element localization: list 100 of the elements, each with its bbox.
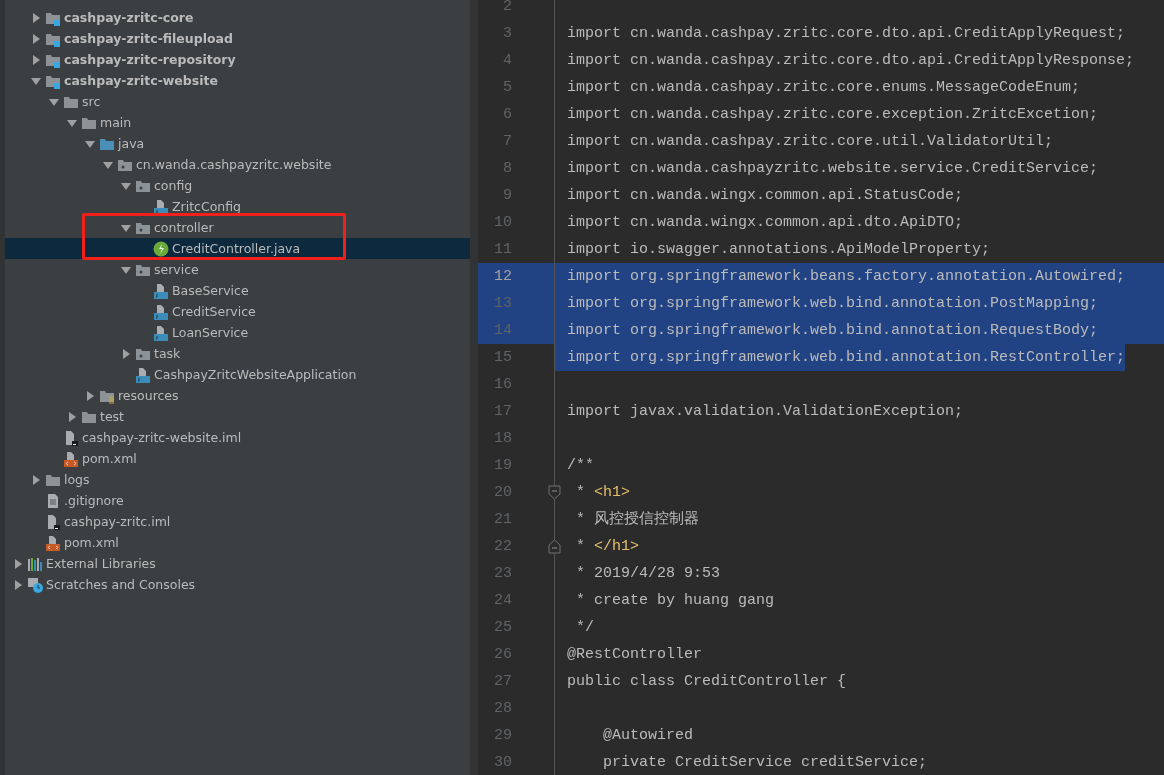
collapse-arrow-icon[interactable] [13,558,23,569]
collapse-arrow-icon[interactable] [31,33,41,44]
line-number: 30 [493,754,512,771]
code-line: * </h1> [575,537,640,557]
code-line: import org.springframework.web.bind.annotation.PostMapping; [566,294,1099,314]
collapse-arrow-icon[interactable] [31,474,41,485]
code-line: * 2019/4/28 9:53 [575,564,721,584]
collapse-arrow-icon[interactable] [121,348,131,359]
expand-arrow-icon[interactable] [49,96,59,107]
line-number: 20 [493,484,512,501]
line-number: 26 [493,646,512,663]
code-line: import cn.wanda.cashpay.zritc.core.exception.ZritcExcetion; [566,105,1099,125]
code-line: /** [566,456,594,476]
tree-item[interactable]: BaseService [5,280,470,301]
tree-item[interactable]: src [5,91,470,112]
tree-item[interactable]: CreditService [5,301,470,322]
code-line: import javax.validation.ValidationException; [566,402,964,422]
code-line: import org.springframework.web.bind.annotation.RequestBody; [566,321,1099,341]
text-file-icon [45,492,61,509]
fold-marker-icon[interactable] [548,539,561,554]
class-file-icon [153,303,169,320]
line-number: 25 [493,619,512,636]
line-number: 29 [493,727,512,744]
tree-item[interactable]: pom.xml [5,532,470,553]
code-line: @RestController [566,645,703,665]
scratch-file-icon [27,576,43,593]
line-number: 17 [493,403,512,420]
line-number: 28 [493,700,512,717]
class-file-icon [153,324,169,341]
expand-arrow-icon[interactable] [121,222,131,233]
code-line: * create by huang gang [575,591,775,611]
tree-item[interactable]: External Libraries [5,553,470,574]
line-number: 15 [493,349,512,366]
tree-item[interactable]: cashpay-zritc-fileupload [5,28,470,49]
code-line: @Autowired [602,726,694,746]
tree-item[interactable]: cn.wanda.cashpayzritc.website [5,154,470,175]
line-number: 10 [493,214,512,231]
code-line: import io.swagger.annotations.ApiModelProperty; [566,240,991,260]
expand-arrow-icon[interactable] [103,159,113,170]
file-icon [45,513,61,530]
tree-item[interactable]: main [5,112,470,133]
tree-item[interactable]: service [5,259,470,280]
line-number: 11 [493,241,512,258]
tree-item[interactable]: java [5,133,470,154]
line-number: 24 [493,592,512,609]
code-line: * 风控授信控制器 [575,509,699,530]
code-line: private CreditService creditService; [602,753,928,773]
code-line: import cn.wanda.cashpayzritc.website.service.CreditService; [566,159,1099,179]
line-number: 3 [502,25,512,42]
line-number: 27 [493,673,512,690]
line-number: 5 [502,79,512,96]
xml-file-icon [45,534,61,551]
line-number: 21 [493,511,512,528]
tree-item[interactable]: Scratches and Consoles [5,574,470,595]
code-line: import cn.wanda.wingx.common.api.dto.ApiDTO; [566,213,964,233]
line-number: 22 [493,538,512,555]
collapse-arrow-icon[interactable] [31,12,41,23]
line-number: 19 [493,457,512,474]
expand-arrow-icon[interactable] [85,138,95,149]
tree-item[interactable]: LoanService [5,322,470,343]
tree-item[interactable]: cashpay-zritc.iml [5,511,470,532]
collapse-arrow-icon[interactable] [85,390,95,401]
collapse-arrow-icon[interactable] [31,54,41,65]
tree-item[interactable]: cashpay-zritc-core [5,7,470,28]
bar-chart-icon [27,555,43,572]
tree-item[interactable]: config [5,175,470,196]
tree-item[interactable]: cashpay-zritc-repository [5,49,470,70]
line-number: 18 [493,430,512,447]
expand-arrow-icon[interactable] [121,264,131,275]
tree-item[interactable]: test [5,406,470,427]
expand-arrow-icon[interactable] [31,75,41,86]
tree-item[interactable]: controller [5,217,470,238]
tree-item[interactable]: cashpay-zritc-website [5,70,470,91]
code-line: */ [575,618,594,638]
tree-item[interactable]: logs [5,469,470,490]
file-icon [63,429,79,446]
tree-item[interactable]: resources [5,385,470,406]
leaf-badge-icon [153,240,169,257]
tree-item[interactable]: CreditController.java [5,238,470,259]
class-file-icon [135,366,151,383]
tree-item[interactable]: pom.xml [5,448,470,469]
fold-marker-icon[interactable] [548,485,561,500]
line-number: 6 [502,106,512,123]
line-number: 2 [502,0,512,15]
collapse-arrow-icon[interactable] [67,411,77,422]
tree-item[interactable]: task [5,343,470,364]
tree-item[interactable]: .gitignore [5,490,470,511]
tree-item[interactable]: ZritcConfig [5,196,470,217]
class-file-icon [153,198,169,215]
collapse-arrow-icon[interactable] [13,579,23,590]
class-file-icon [153,282,169,299]
tree-item[interactable]: cashpay-zritc-website.iml [5,427,470,448]
tree-item[interactable]: CashpayZritcWebsiteApplication [5,364,470,385]
expand-arrow-icon[interactable] [121,180,131,191]
line-number: 13 [493,295,512,312]
expand-arrow-icon[interactable] [67,117,77,128]
code-line: * <h1> [575,483,631,503]
line-number: 23 [493,565,512,582]
line-number: 14 [493,322,512,339]
line-number: 4 [502,52,512,69]
